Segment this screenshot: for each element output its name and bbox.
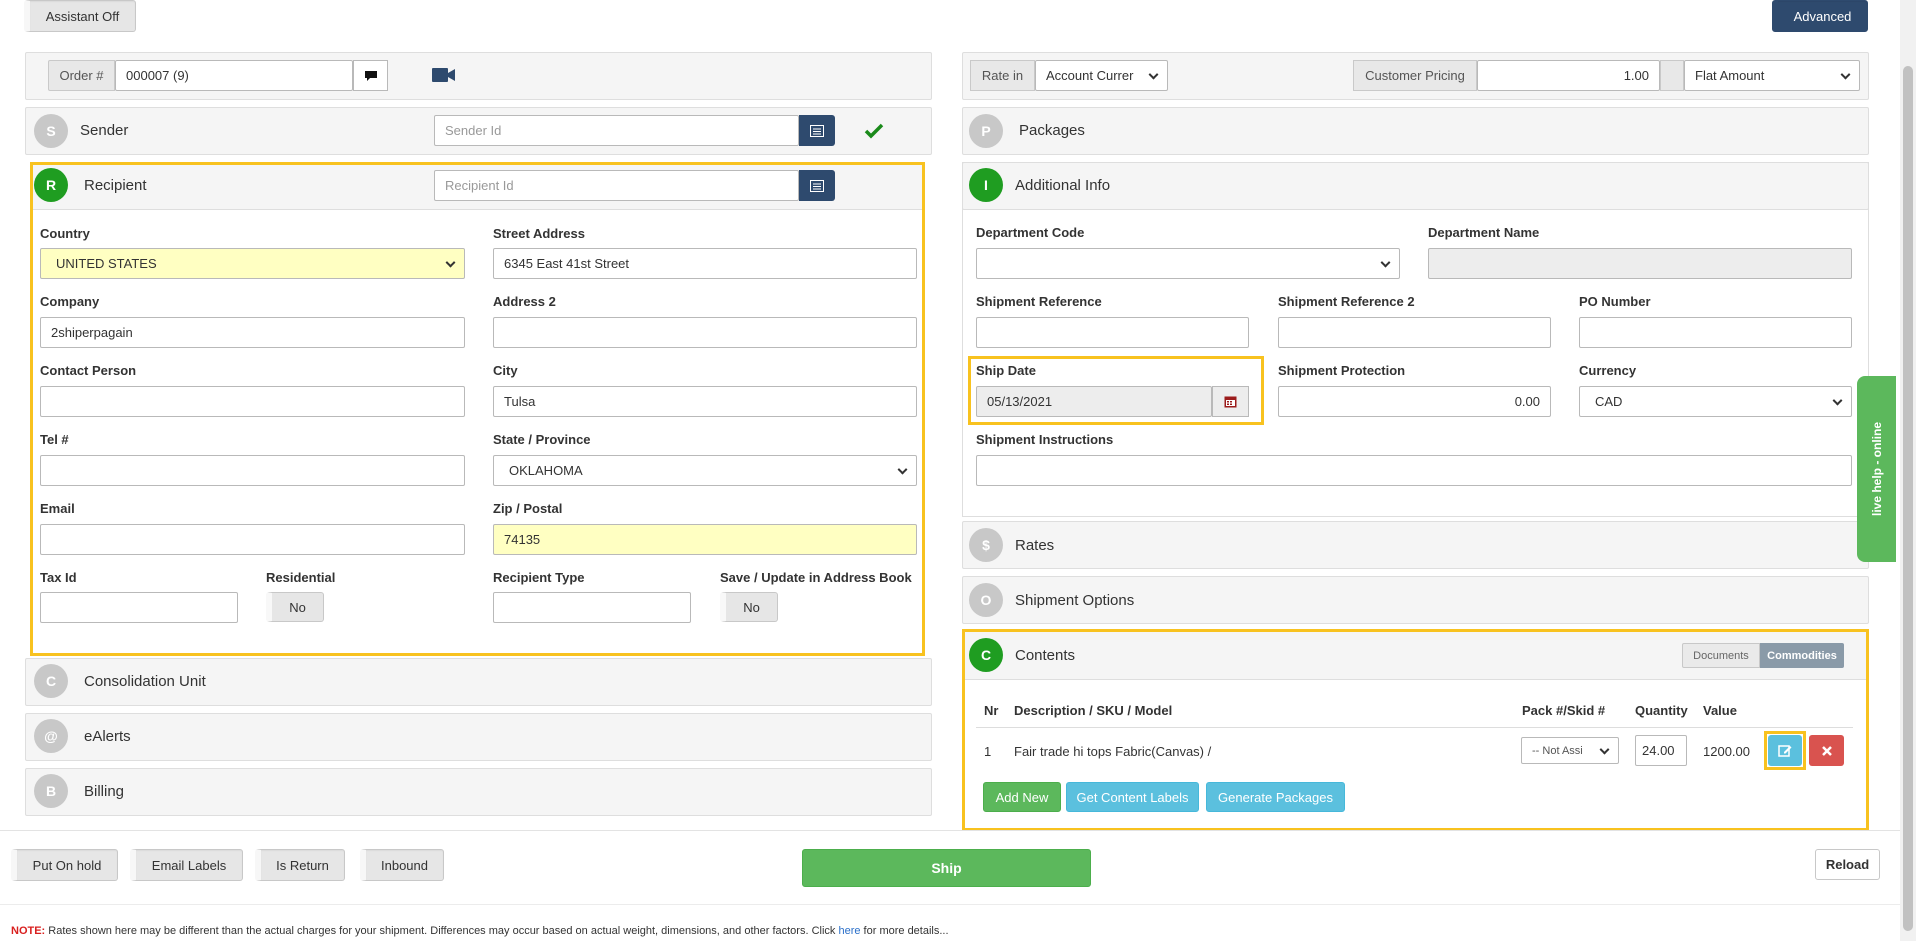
comment-icon <box>364 70 377 81</box>
billing-panel[interactable] <box>25 768 932 816</box>
pricing-addon <box>1660 60 1684 91</box>
billing-title: Billing <box>84 783 125 800</box>
instructions-input[interactable] <box>976 455 1852 486</box>
billing-badge: B <box>34 774 68 808</box>
consolidation-title: Consolidation Unit <box>84 673 206 690</box>
reload-button[interactable]: Reload <box>1815 849 1880 880</box>
rates-panel[interactable] <box>962 521 1869 569</box>
live-help-tab[interactable]: live help - online <box>1857 376 1896 562</box>
customer-pricing-input[interactable]: 1.00 <box>1477 60 1660 91</box>
inbound-toggle[interactable]: Inbound <box>360 849 444 881</box>
recipient-highlight <box>30 162 925 656</box>
is-return-toggle[interactable]: Is Return <box>255 849 345 881</box>
comment-button[interactable] <box>353 60 388 91</box>
list-icon <box>810 124 824 137</box>
chevron-down-icon <box>1148 69 1159 80</box>
consolidation-badge: C <box>34 664 68 698</box>
order-label: Order # <box>48 60 115 91</box>
rates-badge: $ <box>969 528 1003 562</box>
assistant-toggle[interactable]: Assistant Off <box>24 0 136 32</box>
footer-note: NOTE: Rates shown here may be different … <box>11 925 949 937</box>
note-suffix: for more details... <box>860 925 949 937</box>
rates-title: Rates <box>1015 537 1055 554</box>
packages-panel[interactable] <box>962 107 1869 155</box>
sender-title: Sender <box>80 122 129 139</box>
checkmark-icon <box>864 123 884 142</box>
ref2-input[interactable] <box>1278 317 1551 348</box>
advanced-toggle[interactable]: Advanced <box>1772 0 1868 32</box>
live-help-label: live help - online <box>1869 421 1884 517</box>
ref-input[interactable] <box>976 317 1249 348</box>
ship-button[interactable]: Ship <box>802 849 1091 887</box>
chevron-down-icon <box>1840 69 1851 80</box>
bottom-divider <box>0 830 1900 831</box>
ealerts-title: eAlerts <box>84 728 131 745</box>
scrollbar-thumb[interactable] <box>1903 66 1913 931</box>
po-label: PO Number <box>1579 294 1651 309</box>
sender-addressbook-button[interactable] <box>799 115 835 146</box>
additional-info-title: Additional Info <box>1015 177 1111 194</box>
note-prefix: NOTE: <box>11 925 46 937</box>
sender-id-input[interactable]: Sender Id <box>434 115 799 146</box>
note-text: Rates shown here may be different than t… <box>45 925 839 937</box>
ref-label: Shipment Reference <box>976 294 1102 309</box>
packages-badge: P <box>969 114 1003 148</box>
rate-in-label: Rate in <box>970 60 1035 91</box>
currency-label: Currency <box>1579 363 1637 378</box>
ref2-label: Shipment Reference 2 <box>1278 294 1415 309</box>
note-link[interactable]: here <box>838 925 860 937</box>
protection-input[interactable]: 0.00 <box>1278 386 1551 417</box>
footer-divider <box>0 904 1900 905</box>
shipment-options-badge: O <box>969 583 1003 617</box>
advanced-toggle-label: Advanced <box>1793 8 1852 24</box>
sender-badge: S <box>34 114 68 148</box>
chevron-down-icon <box>1380 257 1391 268</box>
put-on-hold-toggle[interactable]: Put On hold <box>11 849 118 881</box>
dept-code-label: Department Code <box>976 225 1085 240</box>
dept-name-input[interactable] <box>1428 248 1852 279</box>
video-icon[interactable] <box>432 67 456 86</box>
rate-currency-select[interactable]: Account Currer <box>1035 60 1168 91</box>
ealerts-badge: @ <box>34 719 68 753</box>
protection-label: Shipment Protection <box>1278 363 1406 378</box>
packages-title: Packages <box>1019 122 1085 139</box>
chevron-down-icon <box>1832 395 1843 406</box>
ealerts-panel[interactable] <box>25 713 932 761</box>
dept-code-select[interactable] <box>976 248 1400 279</box>
assistant-toggle-label: Assistant Off <box>45 8 120 24</box>
additional-info-badge: I <box>969 168 1003 202</box>
instructions-label: Shipment Instructions <box>976 432 1114 447</box>
email-labels-toggle[interactable]: Email Labels <box>130 849 243 881</box>
dept-name-label: Department Name <box>1428 225 1540 240</box>
contents-highlight <box>962 629 1869 831</box>
ship-date-highlight <box>968 356 1264 425</box>
order-number-input[interactable]: 000007 (9) <box>115 60 353 91</box>
currency-select[interactable]: CAD <box>1579 386 1852 417</box>
shipment-options-title: Shipment Options <box>1015 592 1135 609</box>
po-input[interactable] <box>1579 317 1852 348</box>
flat-amount-select[interactable]: Flat Amount <box>1684 60 1860 91</box>
customer-pricing-label: Customer Pricing <box>1353 60 1477 91</box>
